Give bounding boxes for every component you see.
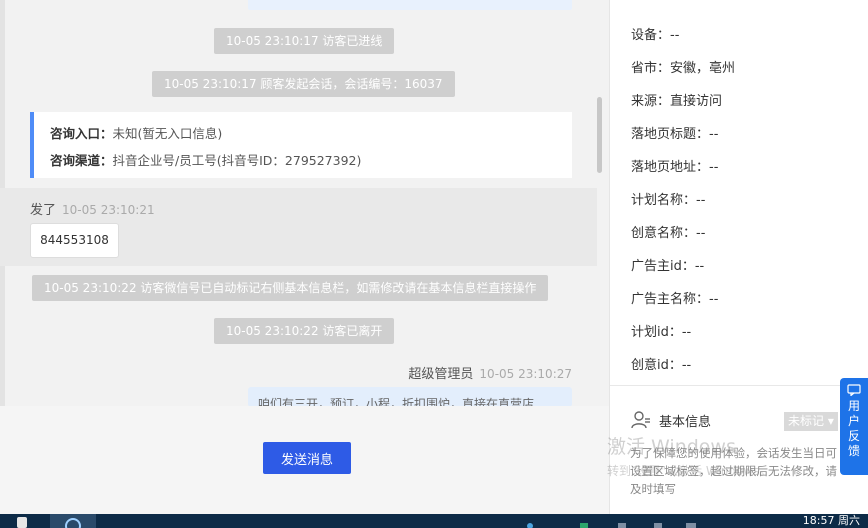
person-icon — [631, 411, 650, 429]
consult-channel-label: 咨询渠道： — [50, 153, 113, 168]
visitor-name: 发了 — [30, 203, 57, 218]
basic-info-header: 基本信息 — [631, 410, 711, 430]
field-plan-name: 计划名称：-- — [631, 193, 706, 208]
taskbar — [0, 514, 868, 528]
field-advertiser-name: 广告主名称：-- — [631, 292, 719, 307]
field-creative-id: 创意id：-- — [631, 358, 692, 373]
send-message-button[interactable]: 发送消息 — [263, 442, 351, 474]
admin-message-text: 咱们有三开，预订，小程，折扣围炉，直接在直营店 — [258, 397, 535, 407]
tag-dropdown-label: 未标记 — [788, 414, 825, 428]
previous-message-bubble — [248, 0, 572, 10]
consult-entry-label: 咨询入口： — [50, 126, 113, 141]
field-landing-title: 落地页标题：-- — [631, 127, 719, 142]
taskbar-tray-icons[interactable] — [520, 514, 720, 528]
chat-scrollbar[interactable] — [597, 97, 602, 173]
tag-dropdown[interactable]: 未标记 ▾ — [784, 412, 838, 431]
feedback-button[interactable]: 用户反馈 — [840, 378, 868, 475]
field-device: 设备：-- — [631, 28, 680, 43]
visitor-message-header: 发了 10-05 23:10:21 — [30, 199, 155, 218]
feedback-label: 用户反馈 — [847, 399, 860, 458]
field-landing-url: 落地页地址：-- — [631, 160, 719, 175]
chat-area: 10-05 23:10:17 访客已进线 10-05 23:10:17 顾客发起… — [0, 0, 609, 514]
admin-message-bubble[interactable]: 咱们有三开，预订，小程，折扣围炉，直接在直营店 — [248, 387, 572, 407]
consult-entry-value: 未知(暂无入口信息) — [112, 126, 223, 141]
field-plan-id: 计划id：-- — [631, 325, 692, 340]
field-advertiser-id: 广告主id：-- — [631, 259, 705, 274]
taskbar-browser-icon[interactable] — [50, 514, 96, 528]
visitor-message-time: 10-05 23:10:21 — [62, 203, 155, 217]
admin-name: 超级管理员 — [408, 367, 474, 382]
taskbar-start-icon[interactable] — [8, 514, 36, 528]
consult-info-card: 咨询入口：未知(暂无入口信息) 咨询渠道：抖音企业号/员工号(抖音号ID：279… — [30, 112, 572, 178]
panel-divider — [610, 385, 868, 386]
admin-message-header: 超级管理员 10-05 23:10:27 — [408, 363, 572, 382]
field-province-city: 省市：安徽，亳州 — [631, 61, 736, 76]
system-message: 10-05 23:10:17 顾客发起会话，会话编号：16037 — [152, 71, 455, 97]
field-creative-name: 创意名称：-- — [631, 226, 706, 241]
consult-channel-row: 咨询渠道：抖音企业号/员工号(抖音号ID：279527392) — [50, 147, 556, 174]
basic-info-title: 基本信息 — [659, 414, 712, 430]
consult-entry-row: 咨询入口：未知(暂无入口信息) — [50, 120, 556, 147]
activation-watermark-sub: 转到"设置"以激活 Windows。 — [607, 464, 772, 478]
system-message: 10-05 23:10:17 访客已进线 — [214, 28, 395, 54]
visitor-message-bubble[interactable]: 844553108 — [30, 223, 119, 258]
system-message: 10-05 23:10:22 访客已离开 — [214, 318, 395, 344]
admin-message-time: 10-05 23:10:27 — [479, 367, 572, 381]
chevron-down-icon: ▾ — [827, 414, 834, 428]
system-message: 10-05 23:10:22 访客微信号已自动标记右侧基本信息栏，如需修改请在基… — [32, 275, 549, 301]
activation-watermark-title: 激活 Windows — [607, 436, 736, 458]
taskbar-clock[interactable]: 18:57 周六 — [803, 515, 860, 527]
consult-channel-value: 抖音企业号/员工号(抖音号ID：279527392) — [112, 153, 362, 168]
chat-icon — [847, 384, 861, 396]
field-source: 来源：直接访问 — [631, 94, 723, 109]
